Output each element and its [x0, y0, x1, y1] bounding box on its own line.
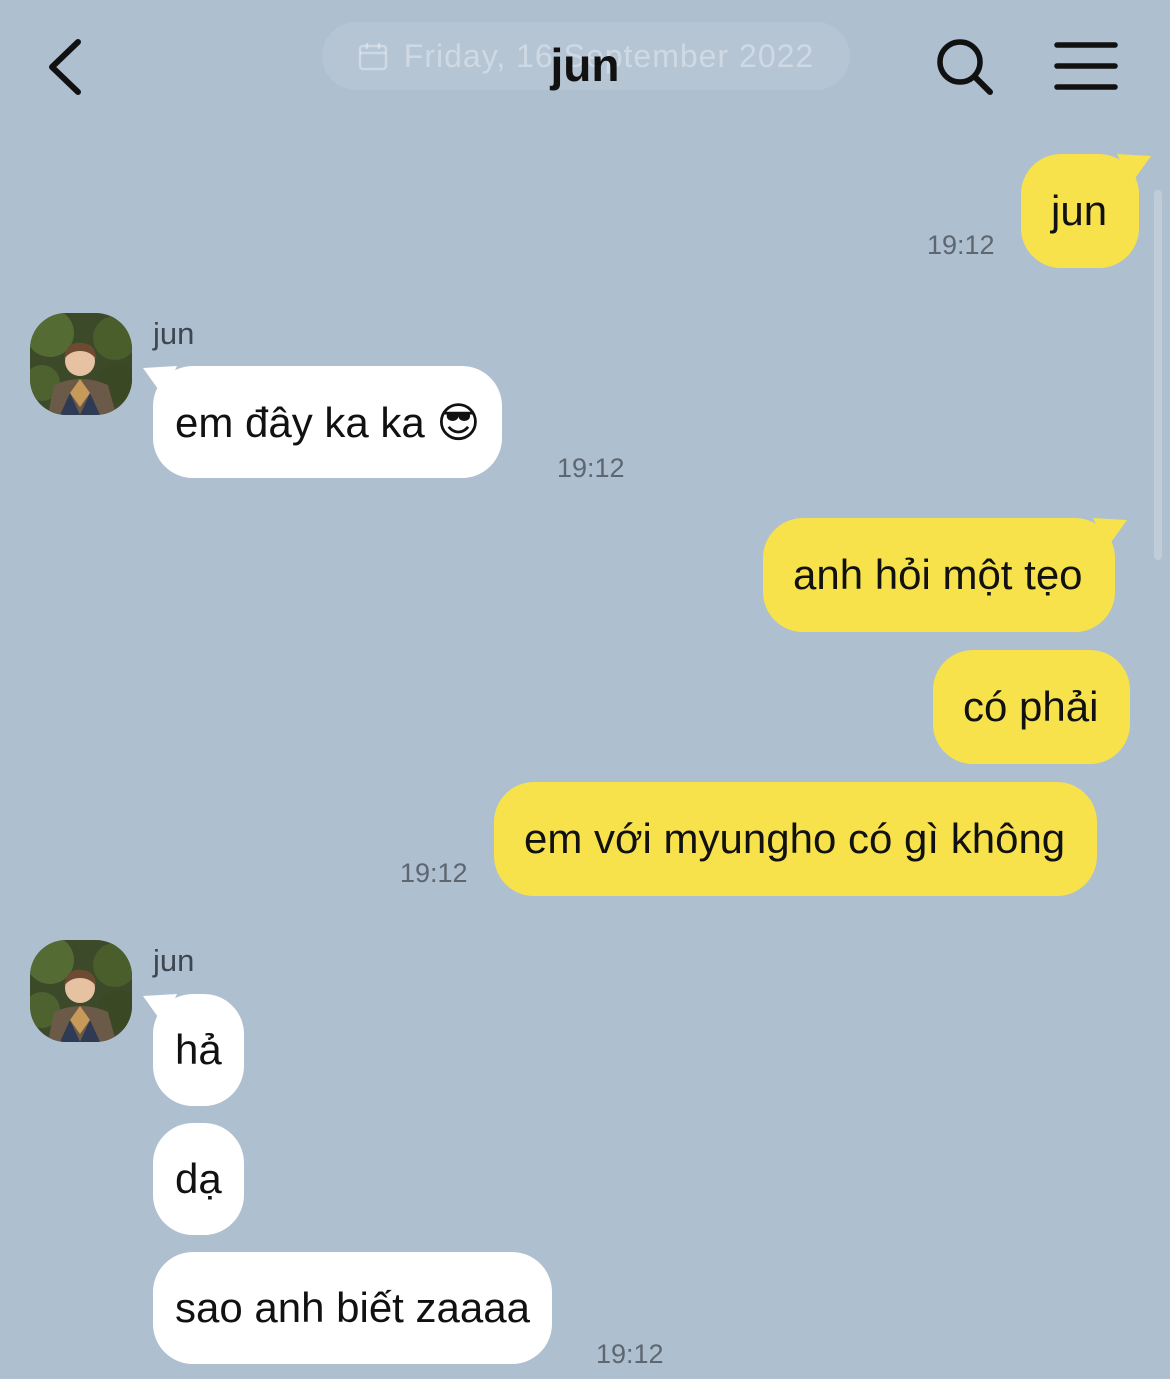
scrollbar[interactable] — [1154, 190, 1162, 560]
message-text: jun — [1051, 187, 1108, 234]
message-text: em với myungho có gì không — [524, 815, 1066, 862]
bubble-tail — [1117, 154, 1152, 184]
search-icon[interactable] — [934, 36, 996, 98]
message-time: 19:12 — [400, 858, 468, 888]
message-bubble-incoming[interactable]: sao anh biết zaaaa — [153, 1252, 552, 1364]
chat-header: Friday, 16 September 2022 jun — [0, 0, 1170, 130]
message-time: 19:12 — [596, 1339, 664, 1369]
bubble-tail — [1092, 518, 1127, 548]
sender-name: jun — [153, 316, 195, 351]
message-bubble-incoming[interactable]: em đây ka ka 😎 — [143, 366, 503, 478]
avatar[interactable] — [30, 313, 132, 415]
message-text: em đây ka ka 😎 — [175, 398, 481, 446]
message-text: anh hỏi một tẹo — [793, 551, 1083, 598]
bubble-tail — [143, 366, 177, 396]
message-text: hả — [175, 1026, 222, 1073]
message-bubble-outgoing[interactable]: anh hỏi một tẹo — [763, 518, 1127, 632]
avatar-photo — [30, 940, 132, 1042]
message-text: dạ — [175, 1155, 222, 1202]
hamburger-menu-icon[interactable] — [1054, 40, 1118, 92]
avatar-photo — [30, 313, 132, 415]
message-bubble-incoming[interactable]: dạ — [153, 1123, 244, 1235]
message-bubble-outgoing[interactable]: em với myungho có gì không — [494, 782, 1098, 896]
message-bubble-outgoing[interactable]: jun — [1021, 154, 1152, 268]
back-chevron-icon[interactable] — [40, 36, 90, 98]
bubble-tail — [143, 994, 177, 1024]
message-text: có phải — [963, 683, 1099, 730]
message-time: 19:12 — [557, 453, 625, 483]
sender-name: jun — [153, 943, 195, 978]
message-bubble-incoming[interactable]: hả — [143, 994, 244, 1106]
message-time: 19:12 — [927, 230, 995, 260]
message-text: sao anh biết zaaaa — [175, 1284, 530, 1331]
message-bubble-outgoing[interactable]: có phải — [933, 650, 1131, 764]
avatar[interactable] — [30, 940, 132, 1042]
